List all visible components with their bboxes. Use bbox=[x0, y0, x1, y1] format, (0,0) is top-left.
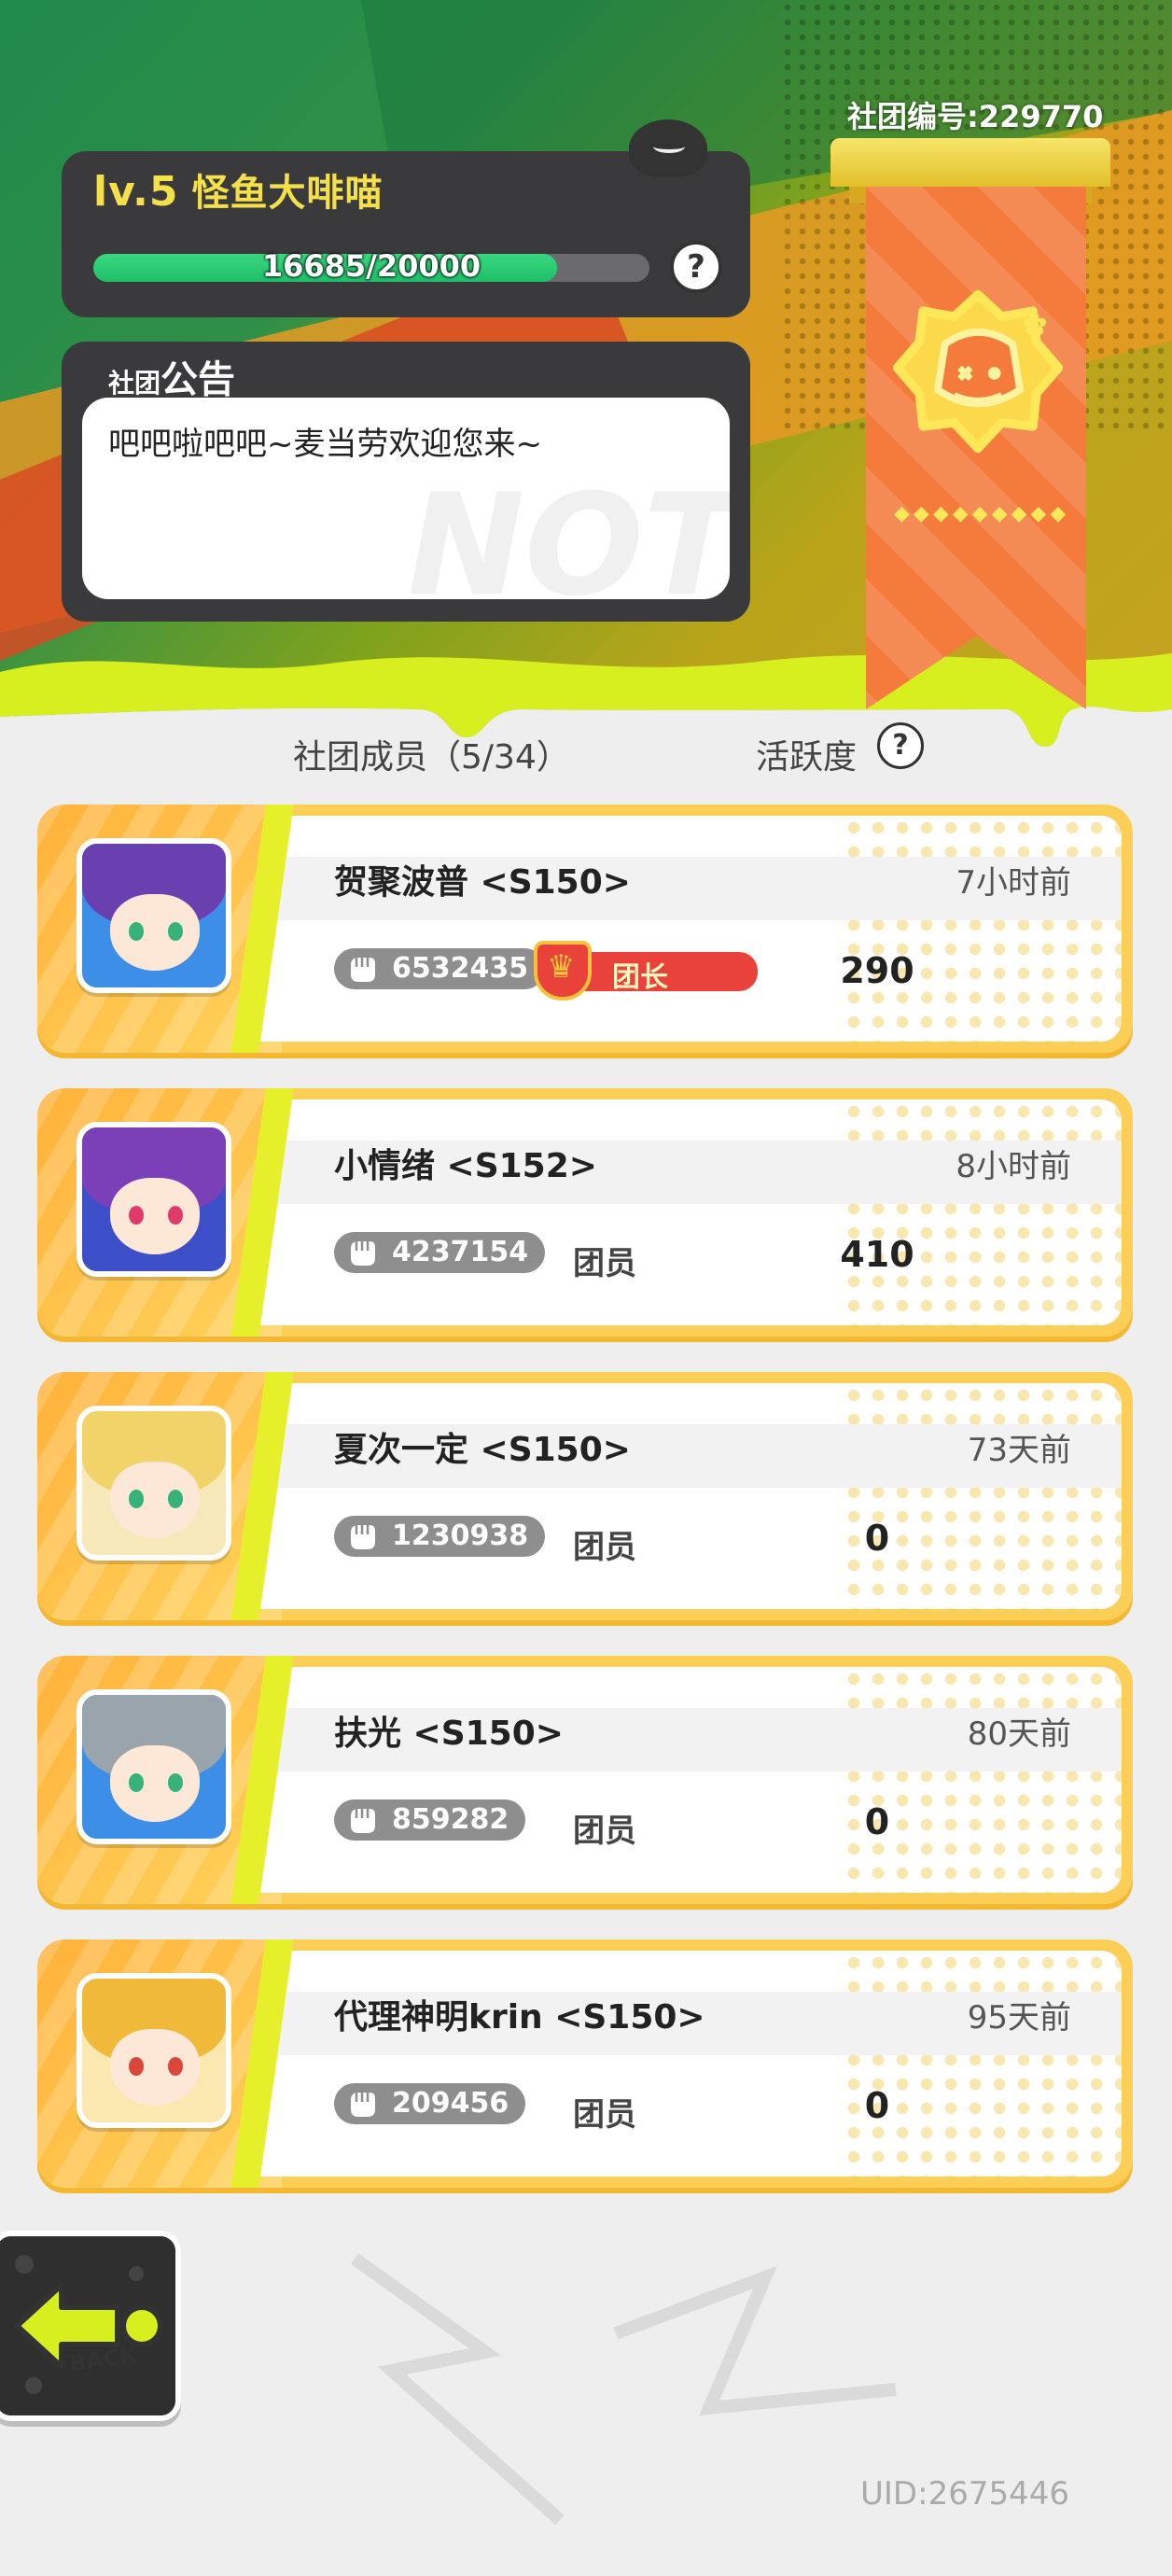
activity-header: 活跃度 bbox=[756, 738, 858, 777]
club-level: lv.5 bbox=[93, 168, 179, 216]
fist-icon bbox=[351, 1241, 375, 1266]
member-activity: 0 bbox=[864, 1518, 890, 1559]
card-body bbox=[254, 1383, 1122, 1609]
back-button[interactable]: BACK bbox=[0, 2231, 181, 2421]
back-arrow-icon bbox=[0, 2236, 175, 2415]
member-card[interactable]: 小情绪 <S152> 8小时前 4237154 团员 410 bbox=[37, 1088, 1133, 1337]
members-count-header: 社团成员（5/34） bbox=[293, 738, 570, 777]
fish-emblem-icon: ✿ bbox=[892, 289, 1064, 454]
member-activity: 290 bbox=[840, 950, 914, 991]
fist-icon bbox=[351, 1809, 375, 1833]
card-body bbox=[254, 1667, 1122, 1893]
slime-mascot-icon bbox=[629, 119, 707, 177]
member-last-seen: 80天前 bbox=[967, 1715, 1071, 1753]
card-body bbox=[254, 1951, 1122, 2177]
member-role: 团员 bbox=[573, 2096, 636, 2134]
member-last-seen: 8小时前 bbox=[956, 1148, 1071, 1185]
member-power: 1230938 bbox=[334, 1516, 546, 1557]
banner-rod bbox=[830, 138, 1110, 203]
club-name: 怪鱼大啡喵 bbox=[191, 172, 384, 215]
avatar[interactable] bbox=[77, 1122, 231, 1277]
member-last-seen: 73天前 bbox=[967, 1432, 1071, 1469]
fist-icon bbox=[351, 1525, 375, 1549]
avatar[interactable] bbox=[77, 1406, 231, 1561]
member-last-seen: 7小时前 bbox=[956, 864, 1071, 902]
member-card[interactable]: 夏次一定 <S150> 73天前 1230938 团员 0 bbox=[37, 1372, 1133, 1620]
member-power-value: 6532435 bbox=[392, 952, 529, 985]
member-power-value: 1230938 bbox=[392, 1519, 529, 1552]
notice-box[interactable]: NOT 吧吧啦吧吧~麦当劳欢迎您来~ bbox=[82, 398, 730, 599]
club-level-panel: lv.5 怪鱼大啡喵 16685/20000 ? bbox=[62, 151, 750, 317]
avatar[interactable] bbox=[77, 1973, 231, 2128]
member-card[interactable]: 代理神明krin <S150> 95天前 209456 团员 0 bbox=[37, 1939, 1133, 2188]
svg-text:✿: ✿ bbox=[1022, 306, 1048, 343]
member-name: 夏次一定 <S150> bbox=[334, 1431, 631, 1469]
member-power: 6532435 bbox=[334, 948, 546, 989]
member-role: 团员 bbox=[573, 1813, 636, 1850]
avatar[interactable] bbox=[77, 838, 231, 993]
activity-help-icon[interactable]: ? bbox=[877, 722, 924, 769]
member-power-value: 209456 bbox=[392, 2087, 509, 2120]
member-power-value: 4237154 bbox=[392, 1236, 529, 1268]
background-decoration bbox=[350, 2253, 897, 2526]
club-notice-panel: 社团公告 NOT 吧吧啦吧吧~麦当劳欢迎您来~ bbox=[62, 342, 750, 622]
member-name: 小情绪 <S152> bbox=[334, 1147, 597, 1185]
member-activity: 0 bbox=[864, 2085, 890, 2126]
notice-text: 吧吧啦吧吧~麦当劳欢迎您来~ bbox=[108, 426, 542, 463]
member-power: 209456 bbox=[334, 2083, 526, 2124]
user-id-label: UID:2675446 bbox=[860, 2475, 1069, 2513]
member-card[interactable]: 扶光 <S150> 80天前 859282 团员 0 bbox=[37, 1656, 1133, 1904]
member-name: 扶光 <S150> bbox=[334, 1715, 564, 1753]
member-role: 团长 bbox=[612, 961, 668, 994]
member-power-value: 859282 bbox=[392, 1803, 509, 1836]
fist-icon bbox=[351, 958, 375, 982]
avatar[interactable] bbox=[77, 1689, 231, 1844]
club-title: lv.5 怪鱼大啡喵 bbox=[93, 162, 384, 217]
member-role: 团员 bbox=[573, 1529, 636, 1566]
club-id-label: 社团编号:229770 bbox=[847, 99, 1104, 134]
banner-decoration: ◆◆◆◆◆◆◆◆◆ bbox=[894, 502, 1070, 525]
notice-watermark: NOT bbox=[407, 465, 730, 599]
member-power: 4237154 bbox=[334, 1232, 546, 1273]
notice-title-small: 社团 bbox=[108, 368, 161, 399]
crown-shield-icon bbox=[534, 941, 592, 1001]
member-last-seen: 95天前 bbox=[967, 1999, 1071, 2037]
slime-divider bbox=[0, 653, 1172, 765]
card-body bbox=[254, 816, 1122, 1042]
exp-progress-text: 16685/20000 bbox=[261, 248, 481, 284]
member-activity: 410 bbox=[840, 1234, 914, 1275]
member-name: 贺聚波普 <S150> bbox=[334, 863, 631, 902]
notice-title: 社团公告 bbox=[108, 349, 235, 403]
level-help-icon[interactable]: ? bbox=[670, 241, 722, 293]
member-name: 代理神明krin <S150> bbox=[334, 1998, 705, 2037]
notice-title-big: 公告 bbox=[160, 358, 236, 401]
leader-badge: 团长 bbox=[534, 941, 765, 1001]
member-power: 859282 bbox=[334, 1799, 526, 1841]
fist-icon bbox=[351, 2093, 375, 2117]
member-activity: 0 bbox=[864, 1801, 890, 1842]
card-body bbox=[254, 1099, 1122, 1325]
member-role: 团员 bbox=[573, 1245, 636, 1282]
member-card[interactable]: 贺聚波普 <S150> 7小时前 6532435 团长 290 bbox=[37, 805, 1133, 1053]
